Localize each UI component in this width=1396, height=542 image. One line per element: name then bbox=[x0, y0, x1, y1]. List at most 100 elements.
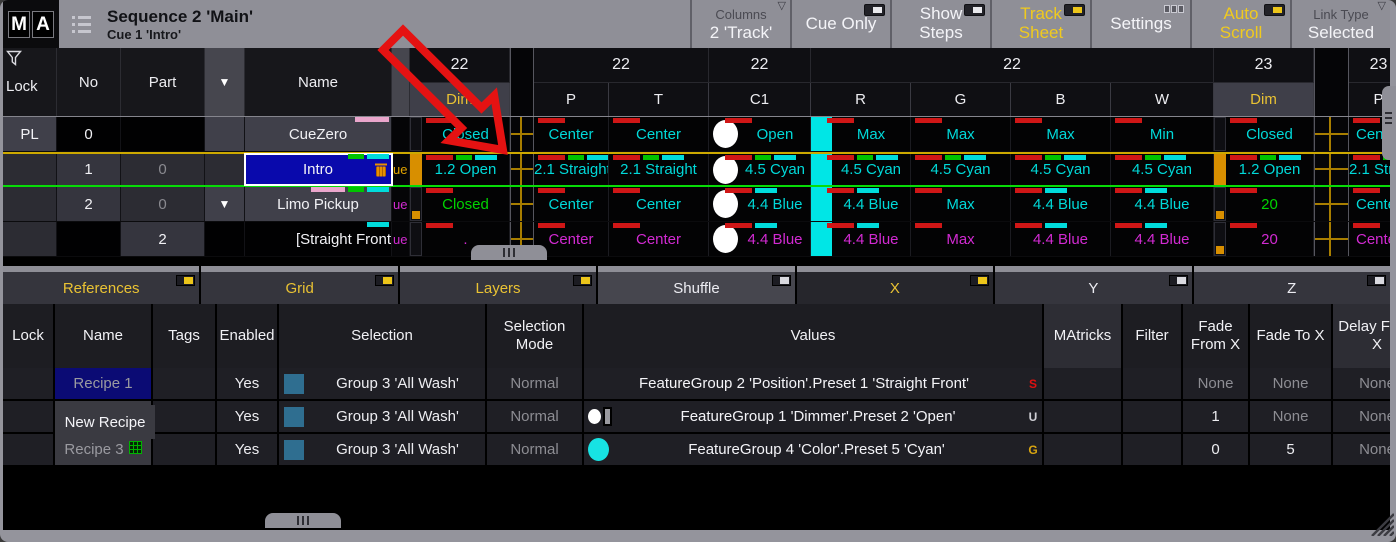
recipes-column-header-filter[interactable]: Filter bbox=[1123, 304, 1183, 368]
tracksheet-v-scrollbar[interactable] bbox=[1382, 86, 1396, 160]
timing-cell[interactable] bbox=[1314, 154, 1349, 185]
timing-cell[interactable] bbox=[510, 154, 534, 185]
cell-w[interactable]: 4.5 Cyan bbox=[1111, 154, 1214, 185]
titlebar-button-auto-scroll[interactable]: Auto Scroll bbox=[1190, 0, 1290, 48]
recipes-column-header-fadeto[interactable]: Fade To X bbox=[1250, 304, 1333, 368]
recipe-cell-values[interactable]: FeatureGroup 1 'Dimmer'.Preset 2 'Open'U bbox=[584, 401, 1044, 432]
titlebar-button-track-sheet[interactable]: Track Sheet bbox=[990, 0, 1090, 48]
timing-cell[interactable] bbox=[1314, 117, 1349, 151]
window-menu-icon[interactable] bbox=[72, 0, 91, 48]
cell-trigger[interactable]: ue bbox=[392, 187, 410, 221]
cell-collapse[interactable] bbox=[205, 117, 245, 151]
cell-name[interactable]: Limo Pickup bbox=[245, 187, 392, 221]
attribute-header-g[interactable]: G bbox=[911, 83, 1011, 116]
tab-grid[interactable]: Grid bbox=[201, 266, 397, 304]
tab-references[interactable]: References bbox=[3, 266, 199, 304]
recipe-cell-enabled[interactable]: Yes bbox=[217, 368, 279, 399]
recipes-column-header-lock[interactable]: Lock bbox=[3, 304, 55, 368]
recipe-cell-values[interactable]: FeatureGroup 4 'Color'.Preset 5 'Cyan'G bbox=[584, 434, 1044, 465]
cell-w[interactable]: Min bbox=[1111, 117, 1214, 151]
cell-g[interactable]: Max bbox=[911, 117, 1011, 151]
recipe-cell-tags[interactable] bbox=[153, 368, 217, 399]
recipe-cell-fade-to-x[interactable]: None bbox=[1250, 401, 1333, 432]
cell-dim2[interactable]: 20 bbox=[1214, 222, 1314, 256]
recipe-cell-selection[interactable]: Group 3 'All Wash' bbox=[279, 434, 487, 465]
cell-t[interactable]: Center bbox=[609, 117, 709, 151]
cell-part[interactable] bbox=[121, 117, 205, 151]
cell-b[interactable]: 4.4 Blue bbox=[1011, 222, 1111, 256]
fixture-group-header[interactable]: 23 bbox=[1214, 48, 1314, 83]
recipe-cell-enabled[interactable]: Yes bbox=[217, 434, 279, 465]
cell-g[interactable]: Max bbox=[911, 187, 1011, 221]
titlebar-button-show-steps[interactable]: Show Steps bbox=[890, 0, 990, 48]
recipes-h-scrollbar[interactable] bbox=[265, 513, 341, 528]
column-header-part[interactable]: Part bbox=[121, 48, 205, 116]
cue-row-1[interactable]: 10Introue1.2 Open2.1 Straight2.1 Straigh… bbox=[3, 152, 1390, 187]
cell-no[interactable]: 2 bbox=[57, 187, 121, 221]
cell-p[interactable]: Center bbox=[534, 187, 609, 221]
cell-p2[interactable]: Center bbox=[1349, 187, 1390, 221]
recipes-column-header-selection[interactable]: Selection bbox=[279, 304, 487, 368]
cell-t[interactable]: 2.1 Straight bbox=[609, 154, 709, 185]
attribute-header-c1[interactable]: C1 bbox=[709, 83, 811, 116]
recipe-row-1[interactable]: Recipe 1YesGroup 3 'All Wash'NormalFeatu… bbox=[3, 368, 1390, 401]
cell-dim[interactable]: Closed bbox=[410, 187, 510, 221]
cell-trigger[interactable]: ue bbox=[392, 222, 410, 256]
cell-dim2[interactable]: 20 bbox=[1214, 187, 1314, 221]
cell-p2[interactable]: Center bbox=[1349, 222, 1390, 256]
cell-trigger[interactable] bbox=[392, 117, 410, 151]
recipe-cell-fade-to-x[interactable]: None bbox=[1250, 368, 1333, 399]
attribute-header-dim[interactable]: Dim bbox=[410, 83, 510, 116]
recipe-cell-delay-from-x[interactable]: None bbox=[1333, 401, 1390, 432]
cell-collapse[interactable]: ▼ bbox=[205, 187, 245, 221]
cue-row-3[interactable]: 2[Straight Frontue.CenterCenter4.4 Blue4… bbox=[3, 222, 1390, 257]
cell-no[interactable]: 0 bbox=[57, 117, 121, 151]
timing-cell[interactable] bbox=[510, 117, 534, 151]
recipe-cell-selection[interactable]: Group 3 'All Wash' bbox=[279, 368, 487, 399]
recipes-column-header-mode[interactable]: Selection Mode bbox=[487, 304, 584, 368]
tracksheet-h-scrollbar[interactable] bbox=[471, 245, 547, 260]
ma-logo[interactable]: M A bbox=[3, 0, 59, 48]
recipes-column-header-fadefrom[interactable]: Fade From X bbox=[1183, 304, 1250, 368]
cell-t[interactable]: Center bbox=[609, 187, 709, 221]
column-header-name[interactable]: Name bbox=[245, 48, 392, 116]
attribute-header-t[interactable]: T bbox=[609, 83, 709, 116]
attribute-header-b[interactable]: B bbox=[1011, 83, 1111, 116]
cell-b[interactable]: Max bbox=[1011, 117, 1111, 151]
cue-row-2[interactable]: 20▼Limo PickupueClosedCenterCenter4.4 Bl… bbox=[3, 187, 1390, 222]
cell-r[interactable]: 4.5 Cyan bbox=[811, 154, 911, 185]
cell-p[interactable]: 2.1 Straight bbox=[534, 154, 609, 185]
new-recipe-button[interactable]: New Recipe bbox=[55, 405, 155, 439]
cell-lock[interactable] bbox=[3, 187, 57, 221]
cell-w[interactable]: 4.4 Blue bbox=[1111, 187, 1214, 221]
recipe-cell-delay-from-x[interactable]: None bbox=[1333, 368, 1390, 399]
cue-row-0[interactable]: PL0CueZeroClosedCenterCenterOpenMaxMaxMa… bbox=[3, 117, 1390, 152]
fixture-group-header[interactable]: 22 bbox=[534, 48, 709, 83]
cell-r[interactable]: 4.4 Blue bbox=[811, 222, 911, 256]
tab-y[interactable]: Y bbox=[995, 266, 1191, 304]
cell-w[interactable]: 4.4 Blue bbox=[1111, 222, 1214, 256]
fixture-group-header[interactable]: 22 bbox=[811, 48, 1214, 83]
recipe-cell-selection-mode[interactable]: Normal bbox=[487, 368, 584, 399]
timing-cell[interactable] bbox=[1314, 187, 1349, 221]
attribute-header-r[interactable]: R bbox=[811, 83, 911, 116]
cell-name[interactable]: Intro bbox=[245, 154, 392, 185]
recipes-column-header-name[interactable]: Name bbox=[55, 304, 153, 368]
cell-b[interactable]: 4.5 Cyan bbox=[1011, 154, 1111, 185]
recipes-column-header-tags[interactable]: Tags bbox=[153, 304, 217, 368]
cell-r[interactable]: 4.4 Blue bbox=[811, 187, 911, 221]
cell-lock[interactable] bbox=[3, 222, 57, 256]
recipe-cell-fade-to-x[interactable]: 5 bbox=[1250, 434, 1333, 465]
cell-no[interactable]: 1 bbox=[57, 154, 121, 185]
timing-cell[interactable] bbox=[1314, 222, 1349, 256]
recipe-cell-lock[interactable] bbox=[3, 401, 55, 432]
cell-t[interactable]: Center bbox=[609, 222, 709, 256]
titlebar-button-settings[interactable]: Settings bbox=[1090, 0, 1190, 48]
recipe-cell-matricks[interactable] bbox=[1044, 401, 1123, 432]
attribute-header-p[interactable]: P bbox=[534, 83, 609, 116]
titlebar-button-cue-only[interactable]: Cue Only bbox=[790, 0, 890, 48]
recipe-cell-lock[interactable] bbox=[3, 368, 55, 399]
column-header-collapse[interactable]: ▼ bbox=[205, 48, 245, 116]
tab-shuffle[interactable]: Shuffle bbox=[598, 266, 794, 304]
cell-lock[interactable]: PL bbox=[3, 117, 57, 151]
